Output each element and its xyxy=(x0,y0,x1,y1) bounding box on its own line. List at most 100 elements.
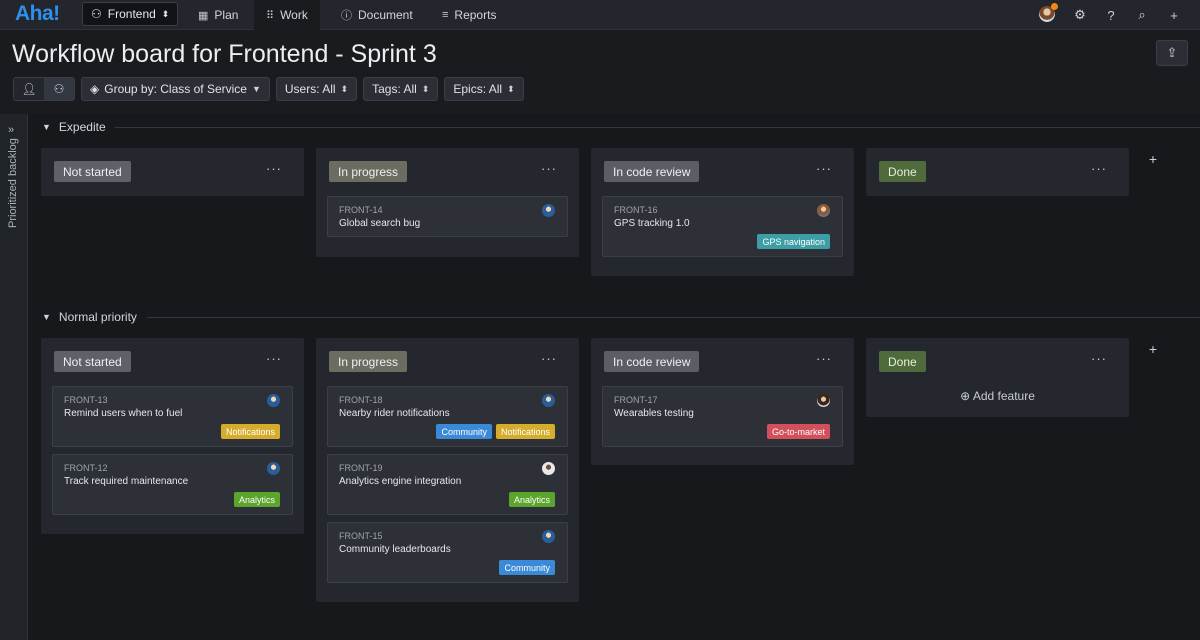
epics-filter[interactable]: Epics: All ⬍ xyxy=(444,77,523,101)
top-nav: Aha! ⚇ Frontend ⬍ ▦ Plan ⠿ Work ⓘ Docume… xyxy=(0,0,1200,30)
add-column-button[interactable]: + xyxy=(1138,144,1168,174)
status-label: In code review xyxy=(604,161,699,182)
column-in-progress: In progress ··· FRONT-14 Global search b… xyxy=(316,148,579,257)
tag[interactable]: GPS navigation xyxy=(757,234,830,249)
more-icon[interactable]: ··· xyxy=(1091,164,1107,174)
calendar-icon: ▦ xyxy=(198,9,208,22)
chevron-down-icon: ▼ xyxy=(42,122,51,132)
single-user-icon[interactable]: 👤︎ xyxy=(14,78,44,100)
lane-header-normal-priority[interactable]: ▼ Normal priority xyxy=(42,310,137,324)
column-in-code-review: In code review ··· FRONT-16 GPS tracking… xyxy=(591,148,854,276)
tags-filter[interactable]: Tags: All ⬍ xyxy=(363,77,438,101)
add-feature-button[interactable]: ⊕ Add feature xyxy=(866,389,1129,403)
caret-down-icon: ▼ xyxy=(252,84,261,94)
status-label: In progress xyxy=(329,161,407,182)
backlog-sidebar[interactable]: » Prioritized backlog xyxy=(0,114,28,640)
feature-card[interactable]: FRONT-19 Analytics engine integration An… xyxy=(327,454,568,515)
avatar[interactable] xyxy=(542,394,555,407)
tab-plan[interactable]: ▦ Plan xyxy=(186,0,250,30)
feature-card[interactable]: FRONT-12 Track required maintenance Anal… xyxy=(52,454,293,515)
lane-header-expedite[interactable]: ▼ Expedite xyxy=(42,120,106,134)
more-icon[interactable]: ··· xyxy=(266,164,282,174)
feature-card[interactable]: FRONT-17 Wearables testing Go-to-market xyxy=(602,386,843,447)
feature-card[interactable]: FRONT-14 Global search bug xyxy=(327,196,568,237)
updown-icon: ⬍ xyxy=(507,84,515,95)
lane-divider xyxy=(147,317,1200,318)
toolbar: 👤︎ ⚇ ◈ Group by: Class of Service ▼ User… xyxy=(13,77,524,101)
report-icon: ≡ xyxy=(442,9,448,21)
tag-list: Analytics xyxy=(509,492,555,507)
updown-icon: ⬍ xyxy=(162,9,170,20)
avatar[interactable] xyxy=(817,204,830,217)
tag-list: Community Notifications xyxy=(436,424,555,439)
tag-list: GPS navigation xyxy=(757,234,830,249)
grid-icon: ⠿ xyxy=(266,9,274,22)
updown-icon: ⬍ xyxy=(422,84,430,95)
column-in-progress: In progress ··· FRONT-18 Nearby rider no… xyxy=(316,338,579,602)
status-label: Done xyxy=(879,161,926,182)
gear-icon[interactable]: ⚙ xyxy=(1070,5,1090,25)
add-column-button[interactable]: + xyxy=(1138,334,1168,364)
status-label: Not started xyxy=(54,351,131,372)
tag[interactable]: Notifications xyxy=(496,424,555,439)
share-button[interactable]: ⇪ xyxy=(1156,40,1188,66)
updown-icon: ⬍ xyxy=(341,84,349,95)
users-filter[interactable]: Users: All ⬍ xyxy=(276,77,357,101)
view-toggle: 👤︎ ⚇ xyxy=(13,77,75,101)
column-not-started: Not started ··· FRONT-13 Remind users wh… xyxy=(41,338,304,534)
avatar[interactable] xyxy=(267,462,280,475)
workspace-selector[interactable]: ⚇ Frontend ⬍ xyxy=(82,2,178,26)
feature-card[interactable]: FRONT-18 Nearby rider notifications Comm… xyxy=(327,386,568,447)
team-icon[interactable]: ⚇ xyxy=(44,78,74,100)
expand-icon[interactable]: » xyxy=(8,124,14,136)
column-done: Done ··· ⊕ Add feature xyxy=(866,338,1129,417)
search-icon[interactable]: ⌕ xyxy=(1132,5,1152,25)
help-icon[interactable]: ? xyxy=(1101,5,1121,25)
more-icon[interactable]: ··· xyxy=(541,164,557,174)
sidebar-label: Prioritized backlog xyxy=(7,138,19,248)
lane-divider xyxy=(115,127,1200,128)
tag-list: Community xyxy=(499,560,555,575)
tag[interactable]: Community xyxy=(499,560,555,575)
tag[interactable]: Analytics xyxy=(234,492,280,507)
feature-card[interactable]: FRONT-13 Remind users when to fuel Notif… xyxy=(52,386,293,447)
tab-document[interactable]: ⓘ Document xyxy=(329,0,425,30)
more-icon[interactable]: ··· xyxy=(266,354,282,364)
page-title: Workflow board for Frontend - Sprint 3 xyxy=(12,40,437,69)
plus-icon[interactable]: + xyxy=(1164,5,1184,25)
more-icon[interactable]: ··· xyxy=(541,354,557,364)
share-icon: ⇪ xyxy=(1167,45,1178,61)
avatar[interactable] xyxy=(542,204,555,217)
status-label: Not started xyxy=(54,161,131,182)
column-not-started: Not started ··· xyxy=(41,148,304,196)
tag[interactable]: Community xyxy=(436,424,492,439)
avatar[interactable] xyxy=(267,394,280,407)
more-icon[interactable]: ··· xyxy=(816,354,832,364)
chevron-down-icon: ▼ xyxy=(42,312,51,322)
aha-logo[interactable]: Aha! xyxy=(15,2,60,26)
feature-card[interactable]: FRONT-15 Community leaderboards Communit… xyxy=(327,522,568,583)
tag-list: Notifications xyxy=(221,424,280,439)
status-label: In code review xyxy=(604,351,699,372)
tag[interactable]: Analytics xyxy=(509,492,555,507)
feature-card[interactable]: FRONT-16 GPS tracking 1.0 GPS navigation xyxy=(602,196,843,257)
plus-circle-icon: ⊕ xyxy=(960,389,970,403)
avatar[interactable] xyxy=(817,394,830,407)
more-icon[interactable]: ··· xyxy=(816,164,832,174)
user-avatar[interactable] xyxy=(1039,6,1055,22)
tag[interactable]: Notifications xyxy=(221,424,280,439)
tag-list: Analytics xyxy=(234,492,280,507)
status-label: In progress xyxy=(329,351,407,372)
avatar[interactable] xyxy=(542,530,555,543)
more-icon[interactable]: ··· xyxy=(1091,354,1107,364)
avatar[interactable] xyxy=(542,462,555,475)
tab-work[interactable]: ⠿ Work xyxy=(254,0,320,30)
column-in-code-review: In code review ··· FRONT-17 Wearables te… xyxy=(591,338,854,465)
tag[interactable]: Go-to-market xyxy=(767,424,830,439)
group-by-button[interactable]: ◈ Group by: Class of Service ▼ xyxy=(81,77,270,101)
layers-icon: ◈ xyxy=(90,82,99,96)
tab-reports[interactable]: ≡ Reports xyxy=(430,0,508,30)
workspace-label: Frontend xyxy=(108,7,156,21)
tag-list: Go-to-market xyxy=(767,424,830,439)
info-icon: ⓘ xyxy=(341,7,352,23)
